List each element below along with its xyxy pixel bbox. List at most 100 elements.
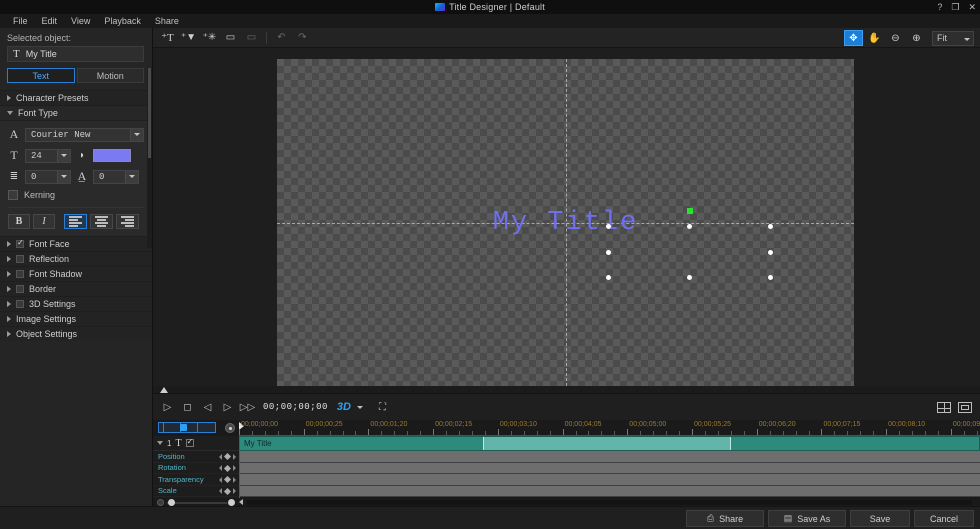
insert-background-icon[interactable]: ▭: [221, 30, 240, 46]
chevron-down-icon[interactable]: [57, 149, 70, 162]
border-checkbox[interactable]: [16, 285, 24, 293]
handle-bottom-center[interactable]: [687, 275, 692, 280]
add-keyframe-icon[interactable]: [223, 464, 232, 472]
save-as-button[interactable]: ▤ Save As: [768, 510, 846, 527]
selected-object-field[interactable]: T My Title: [7, 46, 144, 62]
line-spacing-select[interactable]: 0: [25, 169, 71, 184]
next-keyframe-icon[interactable]: [233, 488, 236, 495]
keyframe-lane-scale[interactable]: [239, 485, 980, 497]
prev-keyframe-icon[interactable]: [219, 465, 222, 472]
property-row-scale[interactable]: Scale: [153, 485, 239, 498]
keyframe-lane-rotation[interactable]: [239, 462, 980, 474]
zoom-in-icon[interactable]: ⊕: [907, 30, 926, 46]
section-character-presets[interactable]: Character Presets: [0, 90, 152, 105]
add-keyframe-icon[interactable]: [223, 453, 232, 461]
timeline-clip[interactable]: My Title: [239, 436, 980, 451]
selection-bounding-box[interactable]: [606, 208, 773, 280]
insert-text-icon[interactable]: ⁺T: [158, 30, 177, 46]
keyframe-nav[interactable]: [219, 463, 236, 475]
timeline-zoom-slider-track[interactable]: [167, 502, 227, 504]
save-button[interactable]: Save: [850, 510, 910, 527]
prev-keyframe-icon[interactable]: [219, 488, 222, 495]
font-color-swatch[interactable]: [93, 149, 131, 162]
timeline-mode-toggle[interactable]: [158, 422, 216, 433]
fullscreen-icon[interactable]: ⛶: [374, 399, 391, 416]
property-row-transparency[interactable]: Transparency: [153, 474, 239, 486]
prev-keyframe-icon[interactable]: [219, 476, 222, 483]
timeline-zoom-in[interactable]: [228, 499, 235, 506]
section-reflection[interactable]: Reflection: [0, 251, 152, 266]
section-font-face[interactable]: Font Face: [0, 236, 152, 251]
keyframe-nav[interactable]: [219, 451, 236, 463]
chevron-down-icon[interactable]: [130, 128, 143, 141]
next-keyframe-icon[interactable]: [233, 476, 236, 483]
italic-button[interactable]: I: [33, 214, 55, 229]
handle-top-right[interactable]: [768, 224, 773, 229]
add-keyframe-icon[interactable]: [223, 487, 232, 495]
select-move-tool[interactable]: ✥: [844, 30, 863, 46]
font-size-select[interactable]: 24: [25, 148, 71, 163]
undo-icon[interactable]: ↶: [272, 30, 291, 46]
cancel-button[interactable]: Cancel: [914, 510, 974, 527]
pan-hand-tool[interactable]: ✋: [865, 30, 884, 46]
handle-top-left[interactable]: [606, 224, 611, 229]
chevron-down-icon[interactable]: [57, 170, 70, 183]
share-button[interactable]: ⎙ Share: [686, 510, 764, 527]
help-icon[interactable]: ?: [937, 2, 942, 12]
timeline-ruler[interactable]: 00;00;00;00 00;00;00;25 00;00;01;20 00;00;0…: [239, 420, 980, 436]
maximize-icon[interactable]: ❐: [951, 2, 959, 12]
clip-selected-region[interactable]: [483, 437, 731, 450]
section-object-settings[interactable]: Object Settings: [0, 326, 152, 341]
timeline-scroll-left[interactable]: [239, 499, 243, 505]
panel-scrollbar[interactable]: [147, 68, 152, 248]
font-shadow-checkbox[interactable]: [16, 270, 24, 278]
align-right-button[interactable]: [116, 214, 139, 229]
track-header-top[interactable]: 1 T: [153, 436, 239, 451]
timeline-zoom-slider-knob[interactable]: [168, 499, 175, 506]
section-font-shadow[interactable]: Font Shadow: [0, 266, 152, 281]
handle-bottom-left[interactable]: [606, 275, 611, 280]
kerning-row[interactable]: Kerning: [8, 190, 144, 200]
view-single-icon[interactable]: [958, 402, 972, 413]
keyframe-lane-transparency[interactable]: [239, 474, 980, 486]
keyframe-lane-position[interactable]: [239, 451, 980, 463]
next-keyframe-icon[interactable]: [233, 453, 236, 460]
threed-settings-checkbox[interactable]: [16, 300, 24, 308]
prev-frame-button[interactable]: ◁: [199, 399, 216, 416]
font-face-checkbox[interactable]: [16, 238, 24, 248]
bold-button[interactable]: B: [8, 214, 30, 229]
rotation-handle[interactable]: [686, 208, 693, 214]
menu-view[interactable]: View: [64, 14, 97, 28]
zoom-level-select[interactable]: Fit: [932, 30, 974, 46]
menu-file[interactable]: File: [6, 14, 35, 28]
keyframe-nav[interactable]: [219, 486, 236, 498]
chevron-down-icon[interactable]: [157, 441, 163, 445]
property-row-rotation[interactable]: Rotation: [153, 462, 239, 475]
zoom-out-icon[interactable]: ⊖: [886, 30, 905, 46]
track-lane-area[interactable]: My Title: [239, 436, 980, 498]
section-image-settings[interactable]: Image Settings: [0, 311, 152, 326]
insert-preset-icon[interactable]: ⁺▼: [179, 30, 198, 46]
track-enabled-checkbox[interactable]: [185, 437, 194, 447]
kerning-checkbox[interactable]: [8, 190, 18, 200]
chevron-down-icon[interactable]: [356, 405, 363, 409]
insert-image-icon[interactable]: ▭: [242, 30, 261, 46]
handle-bottom-right[interactable]: [768, 275, 773, 280]
current-timecode[interactable]: 00;00;00;00: [263, 402, 328, 412]
play-button[interactable]: ▷: [159, 399, 176, 416]
close-icon[interactable]: ✕: [968, 2, 976, 12]
section-font-type[interactable]: Font Type: [0, 105, 152, 120]
reflection-checkbox[interactable]: [16, 255, 24, 263]
redo-icon[interactable]: ↷: [293, 30, 312, 46]
chevron-down-icon[interactable]: [125, 170, 138, 183]
align-left-button[interactable]: [64, 214, 87, 229]
fast-forward-button[interactable]: ▷▷: [239, 399, 256, 416]
view-split-icon[interactable]: [937, 402, 951, 413]
menu-playback[interactable]: Playback: [97, 14, 148, 28]
menu-edit[interactable]: Edit: [35, 14, 65, 28]
insert-particle-icon[interactable]: ⁺✳: [200, 30, 219, 46]
opacity-icon[interactable]: ◗: [76, 150, 88, 161]
align-center-button[interactable]: [90, 214, 113, 229]
section-border[interactable]: Border: [0, 281, 152, 296]
property-row-position[interactable]: Position: [153, 451, 239, 463]
